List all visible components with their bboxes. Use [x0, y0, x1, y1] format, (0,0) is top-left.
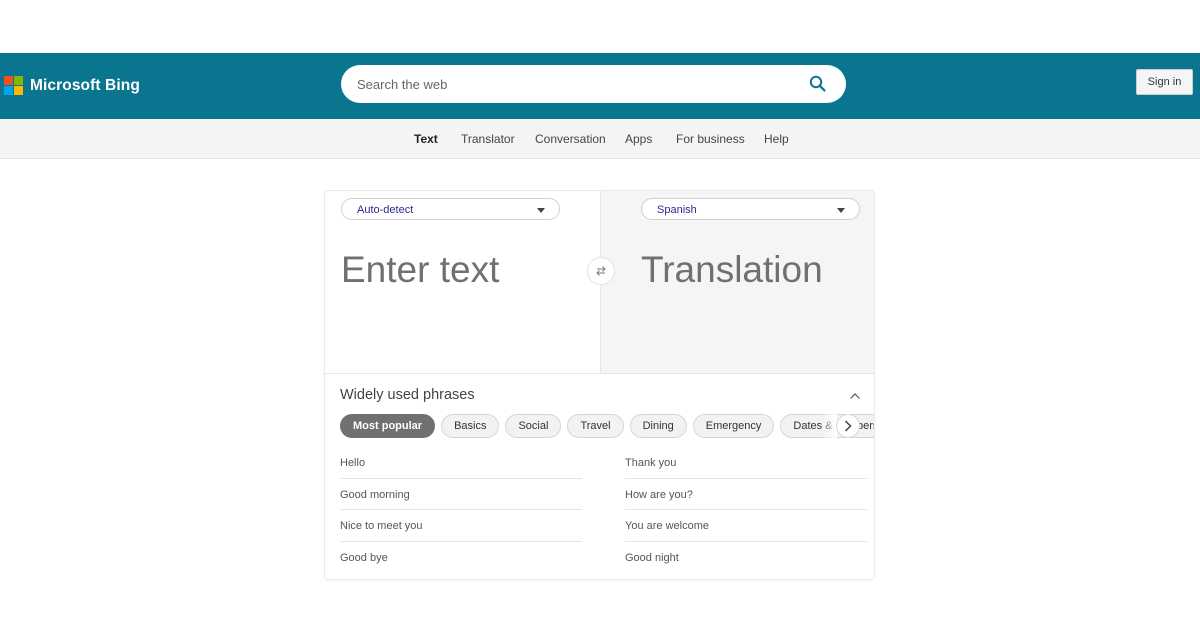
category-basics[interactable]: Basics: [441, 414, 500, 438]
nav-for-business[interactable]: For business: [676, 132, 745, 146]
phrase-item[interactable]: Good bye: [340, 542, 582, 574]
phrase-item[interactable]: Thank you: [625, 447, 867, 479]
source-text-input[interactable]: Enter text: [341, 249, 499, 291]
source-language-label: Auto-detect: [357, 204, 414, 216]
bing-logo[interactable]: Microsoft Bing: [4, 76, 140, 95]
phrase-list-right: Thank you How are you? You are welcome G…: [625, 447, 867, 573]
category-travel[interactable]: Travel: [567, 414, 624, 438]
category-emergency[interactable]: Emergency: [692, 414, 775, 438]
search-input[interactable]: [357, 74, 797, 94]
translator-card: Auto-detect Enter text Spanish Translati…: [324, 190, 875, 580]
translation-output: Translation: [641, 249, 823, 290]
phrase-item[interactable]: You are welcome: [625, 510, 867, 542]
dropdown-caret-icon: [837, 208, 845, 213]
target-language-label: Spanish: [657, 204, 697, 216]
target-language-select[interactable]: Spanish: [641, 198, 860, 220]
dropdown-caret-icon: [537, 208, 545, 213]
chevron-up-icon[interactable]: [850, 391, 860, 401]
swap-languages-button[interactable]: [587, 257, 615, 285]
nav-apps[interactable]: Apps: [625, 132, 652, 146]
sign-in-button[interactable]: Sign in: [1136, 69, 1193, 95]
sub-navigation: Text Translator Conversation Apps For bu…: [0, 119, 1200, 159]
microsoft-logo-icon: [4, 76, 23, 95]
chevron-right-icon: [844, 420, 852, 432]
category-dining[interactable]: Dining: [629, 414, 687, 438]
nav-text[interactable]: Text: [414, 132, 438, 146]
phrase-list-left: Hello Good morning Nice to meet you Good…: [340, 447, 582, 573]
brand-name: Microsoft Bing: [30, 76, 140, 94]
phrases-section: Widely used phrases Most popular Basics …: [325, 373, 874, 579]
phrase-item[interactable]: Good night: [625, 542, 867, 574]
nav-help[interactable]: Help: [764, 132, 789, 146]
phrase-item[interactable]: How are you?: [625, 479, 867, 510]
top-bar: Microsoft Bing Sign in: [0, 53, 1200, 119]
target-pane: Spanish Translation: [600, 191, 874, 373]
source-language-select[interactable]: Auto-detect: [341, 198, 560, 220]
phrase-item[interactable]: Hello: [340, 447, 582, 479]
search-box: [341, 65, 846, 103]
swap-arrows-icon: [596, 266, 606, 276]
categories-next-button[interactable]: [836, 414, 860, 438]
nav-conversation[interactable]: Conversation: [535, 132, 606, 146]
category-social[interactable]: Social: [505, 414, 562, 438]
chips-fade: [821, 414, 837, 438]
search-icon[interactable]: [809, 75, 827, 93]
phrase-categories: Most popular Basics Social Travel Dining…: [340, 414, 874, 438]
category-most-popular[interactable]: Most popular: [340, 414, 436, 438]
phrase-item[interactable]: Good morning: [340, 479, 582, 510]
source-pane: Auto-detect Enter text: [325, 191, 600, 373]
nav-translator[interactable]: Translator: [461, 132, 515, 146]
phrases-title: Widely used phrases: [340, 387, 475, 403]
phrase-item[interactable]: Nice to meet you: [340, 510, 582, 542]
